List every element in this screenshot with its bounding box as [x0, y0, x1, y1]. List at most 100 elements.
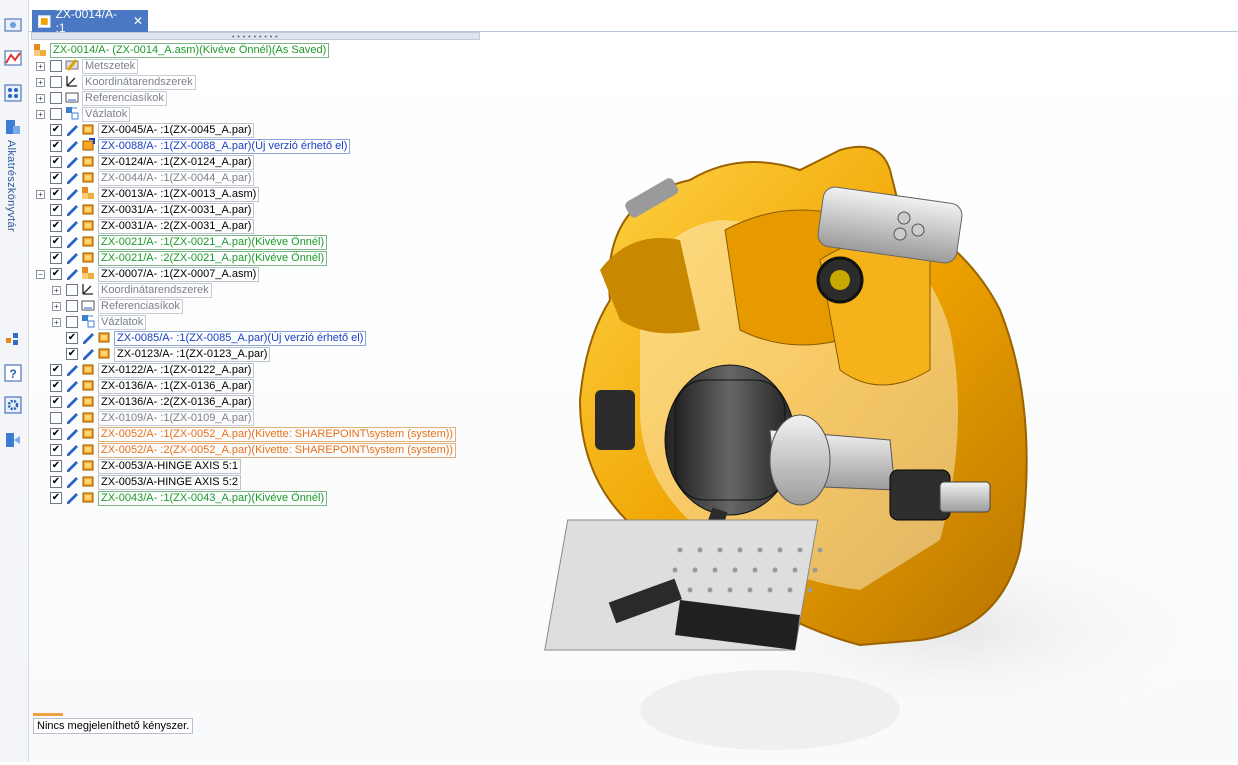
visibility-checkbox[interactable] [66, 316, 78, 328]
visibility-checkbox[interactable]: ✔ [50, 268, 62, 280]
tree-item[interactable]: + Vázlatok [52, 314, 147, 330]
edit-pencil-icon[interactable] [65, 218, 81, 235]
visibility-checkbox[interactable]: ✔ [50, 204, 62, 216]
edit-pencil-icon[interactable] [65, 378, 81, 395]
edit-pencil-icon[interactable] [65, 362, 81, 379]
visibility-checkbox[interactable] [66, 300, 78, 312]
visibility-checkbox[interactable]: ✔ [50, 236, 62, 248]
visibility-checkbox[interactable]: ✔ [66, 332, 78, 344]
tree-item[interactable]: ✔ ZX-0052/A- :1(ZX-0052_A.par)(Kivette: S… [36, 426, 457, 443]
visibility-checkbox[interactable] [50, 60, 62, 72]
tree-item[interactable]: ✔ ZX-0136/A- :1(ZX-0136_A.par) [36, 378, 255, 395]
visibility-checkbox[interactable]: ✔ [50, 476, 62, 488]
visibility-checkbox[interactable]: ✔ [50, 428, 62, 440]
expand-icon[interactable]: + [36, 109, 45, 119]
edit-pencil-icon[interactable] [81, 346, 97, 363]
tree-item[interactable]: ✔ ZX-0045/A- :1(ZX-0045_A.par) [36, 122, 255, 139]
visibility-checkbox[interactable]: ✔ [50, 188, 62, 200]
tree-item[interactable]: + Referenciasíkok [52, 298, 183, 314]
tree-item[interactable]: + Metszetek [36, 58, 139, 74]
visibility-checkbox[interactable] [50, 412, 62, 424]
tree-item[interactable]: ✔ ZX-0123/A- :1(ZX-0123_A.par) [52, 346, 271, 363]
tree-item[interactable]: ZX-0109/A- :1(ZX-0109_A.par) [36, 410, 255, 427]
tree-item[interactable]: ✔ ZX-0052/A- :2(ZX-0052_A.par)(Kivette: S… [36, 442, 457, 459]
tree-item[interactable]: − ✔ ZX-0007/A- :1(ZX-0007_A.asm) [36, 266, 260, 283]
tree-item[interactable]: ✔ ZX-0043/A- :1(ZX-0043_A.par)(Kivéve Önn… [36, 490, 328, 507]
edit-pencil-icon[interactable] [65, 458, 81, 475]
expand-icon[interactable]: + [52, 301, 61, 311]
tree-item[interactable]: ✔ ZX-0044/A- :1(ZX-0044_A.par) [36, 170, 255, 187]
close-tab-icon[interactable]: ✕ [133, 14, 143, 28]
edit-pencil-icon[interactable] [65, 170, 81, 187]
visibility-checkbox[interactable]: ✔ [50, 444, 62, 456]
splitter-grip-icon[interactable]: • • • • • • • • • [232, 34, 278, 41]
help-icon[interactable]: ? [2, 362, 24, 384]
edit-pencil-icon[interactable] [65, 138, 81, 155]
visibility-checkbox[interactable]: ✔ [50, 380, 62, 392]
tree-item[interactable]: ✔ ZX-0021/A- :2(ZX-0021_A.par)(Kivéve Önn… [36, 250, 328, 267]
export-icon[interactable] [2, 429, 24, 451]
edit-pencil-icon[interactable] [65, 234, 81, 251]
parts-library-icon[interactable] [2, 116, 24, 138]
tree-item[interactable]: ✔ ZX-0031/A- :1(ZX-0031_A.par) [36, 202, 255, 219]
expand-icon[interactable]: + [52, 285, 61, 295]
tree-item[interactable]: ✔ ZX-0053/A-HINGE AXIS 5:1 [36, 458, 241, 474]
visibility-checkbox[interactable]: ✔ [50, 124, 62, 136]
collapse-icon[interactable]: − [36, 269, 45, 279]
3d-model-render[interactable] [500, 110, 1238, 762]
expand-icon[interactable]: + [36, 189, 45, 199]
pane-splitter[interactable]: • • • • • • • • • [31, 32, 480, 41]
tree-item[interactable]: ✔ ZX-0031/A- :2(ZX-0031_A.par) [36, 218, 255, 235]
tree-item[interactable]: ✔ ZX-0021/A- :1(ZX-0021_A.par)(Kivéve Önn… [36, 234, 328, 251]
visibility-checkbox[interactable] [50, 108, 62, 120]
tree-item[interactable]: ✔ ZX-0085/A- :1(ZX-0085_A.par)(Új verzió … [52, 330, 367, 347]
tree-item[interactable]: ✔ ZX-0088/A- :1(ZX-0088_A.par)(Új verzió … [36, 137, 351, 155]
tree-item[interactable]: + Koordinátarendszerek [52, 282, 212, 298]
tree-item[interactable]: + ✔ ZX-0013/A- :1(ZX-0013_A.asm) [36, 186, 260, 203]
tree-item[interactable]: ✔ ZX-0122/A- :1(ZX-0122_A.par) [36, 362, 255, 379]
tree-item[interactable]: + Referenciasíkok [36, 90, 167, 106]
tree-item[interactable]: ✔ ZX-0124/A- :1(ZX-0124_A.par) [36, 154, 255, 171]
tree-item[interactable]: ✔ ZX-0136/A- :2(ZX-0136_A.par) [36, 394, 255, 411]
settings-icon[interactable] [2, 394, 24, 416]
edit-pencil-icon[interactable] [65, 154, 81, 171]
tree-item[interactable]: + Koordinátarendszerek [36, 74, 196, 90]
edit-pencil-icon[interactable] [65, 490, 81, 507]
tree-item[interactable]: ✔ ZX-0053/A-HINGE AXIS 5:2 [36, 474, 241, 490]
edit-pencil-icon[interactable] [65, 186, 81, 203]
visibility-checkbox[interactable]: ✔ [50, 396, 62, 408]
edit-pencil-icon[interactable] [65, 426, 81, 443]
parts-library-label[interactable]: Alkatrészkönyvtár [5, 140, 17, 232]
visibility-checkbox[interactable]: ✔ [50, 140, 62, 152]
feature-tree-icon[interactable] [2, 328, 24, 350]
tree-root[interactable]: ZX-0014/A- (ZX-0014_A.asm)(Kivéve Önnél)… [33, 42, 330, 58]
visibility-checkbox[interactable]: ✔ [50, 156, 62, 168]
expand-icon[interactable]: + [52, 317, 61, 327]
visibility-checkbox[interactable] [66, 284, 78, 296]
expand-icon[interactable]: + [36, 77, 45, 87]
edit-pencil-icon[interactable] [65, 410, 81, 427]
edit-pencil-icon[interactable] [65, 202, 81, 219]
edit-pencil-icon[interactable] [65, 474, 81, 491]
visibility-checkbox[interactable]: ✔ [50, 492, 62, 504]
visibility-checkbox[interactable]: ✔ [50, 220, 62, 232]
edit-pencil-icon[interactable] [65, 250, 81, 267]
edit-pencil-icon[interactable] [65, 442, 81, 459]
visibility-checkbox[interactable]: ✔ [50, 252, 62, 264]
visibility-checkbox[interactable] [50, 92, 62, 104]
edit-pencil-icon[interactable] [65, 266, 81, 283]
display-panel-icon[interactable] [2, 14, 24, 36]
visibility-checkbox[interactable]: ✔ [50, 172, 62, 184]
expand-icon[interactable]: + [36, 61, 45, 71]
layers-icon[interactable] [2, 82, 24, 104]
expand-icon[interactable]: + [36, 93, 45, 103]
tree-item[interactable]: + Vázlatok [36, 106, 131, 122]
document-tab[interactable]: ZX-0014/A- :1 ✕ [32, 7, 148, 35]
edit-pencil-icon[interactable] [65, 122, 81, 139]
visibility-checkbox[interactable]: ✔ [50, 364, 62, 376]
edit-pencil-icon[interactable] [81, 330, 97, 347]
visibility-checkbox[interactable]: ✔ [50, 460, 62, 472]
color-palette-icon[interactable] [2, 47, 24, 69]
edit-pencil-icon[interactable] [65, 394, 81, 411]
visibility-checkbox[interactable]: ✔ [66, 348, 78, 360]
